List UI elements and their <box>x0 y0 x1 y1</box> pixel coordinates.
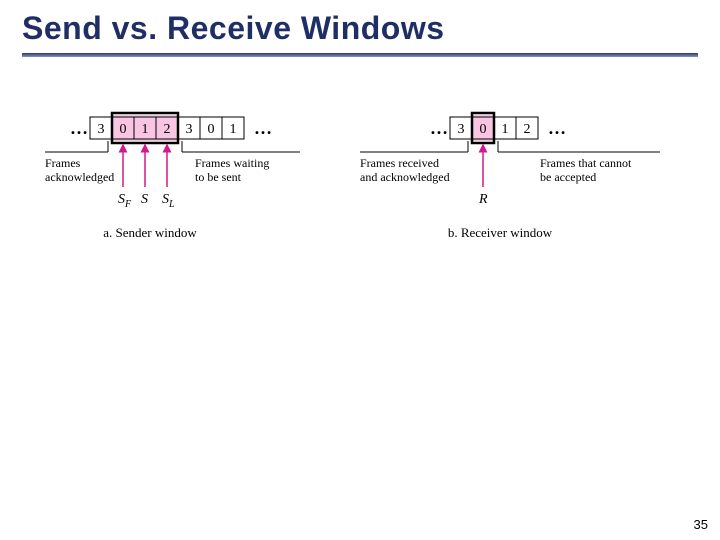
cell-label: 1 <box>142 122 149 137</box>
sender-caption: a. Sender window <box>103 225 197 240</box>
pointer-sl-label: SL <box>162 192 175 210</box>
cell: 1 <box>494 117 516 139</box>
pointer-sf-label: SF <box>118 192 132 210</box>
receiver-group: … 3 0 1 2 … Frames received and acknowle… <box>360 113 660 240</box>
frames-received-label: Frames received <box>360 156 439 170</box>
cell: 2 <box>516 117 538 139</box>
cell-label: 1 <box>230 122 237 137</box>
cell-label: 1 <box>502 122 509 137</box>
cell-label: 0 <box>120 122 127 137</box>
receiver-cells: 3 0 1 2 <box>450 113 538 143</box>
sender-cells: 3 0 1 2 3 0 1 <box>90 113 244 143</box>
frames-acknowledged-label: acknowledged <box>45 170 114 184</box>
cell: 1 <box>222 117 244 139</box>
cell-label: 3 <box>98 122 105 137</box>
title-underline <box>22 53 698 57</box>
windows-diagram: … 3 0 1 2 3 0 1 … Frames acknowledged <box>40 97 680 297</box>
cell-label: 0 <box>208 122 215 137</box>
cell: 3 <box>450 117 472 139</box>
pointer-s-label: S <box>141 192 148 207</box>
frames-waiting-label: Frames waiting <box>195 156 269 170</box>
frames-waiting-label: to be sent <box>195 170 242 184</box>
page-number: 35 <box>694 517 708 532</box>
cell-label: 2 <box>524 122 531 137</box>
receiver-caption: b. Receiver window <box>448 225 553 240</box>
sender-group: … 3 0 1 2 3 0 1 … Frames acknowledged <box>45 113 300 240</box>
cell-label: 3 <box>186 122 193 137</box>
ellipsis-icon: … <box>548 118 566 138</box>
cell-label: 0 <box>480 122 487 137</box>
cell: 3 <box>178 117 200 139</box>
frames-received-label: and acknowledged <box>360 170 450 184</box>
ellipsis-icon: … <box>430 118 448 138</box>
cell: 3 <box>90 117 112 139</box>
frames-cannot-accept-label: Frames that cannot <box>540 156 632 170</box>
cell: 0 <box>200 117 222 139</box>
cell-label: 3 <box>458 122 465 137</box>
title-block: Send vs. Receive Windows <box>0 0 720 57</box>
frames-acknowledged-label: Frames <box>45 156 81 170</box>
pointer-r-label: R <box>478 192 488 207</box>
cell-label: 2 <box>164 122 171 137</box>
slide-title: Send vs. Receive Windows <box>22 10 698 47</box>
ellipsis-icon: … <box>254 118 272 138</box>
frames-cannot-accept-label: be accepted <box>540 170 596 184</box>
ellipsis-icon: … <box>70 118 88 138</box>
